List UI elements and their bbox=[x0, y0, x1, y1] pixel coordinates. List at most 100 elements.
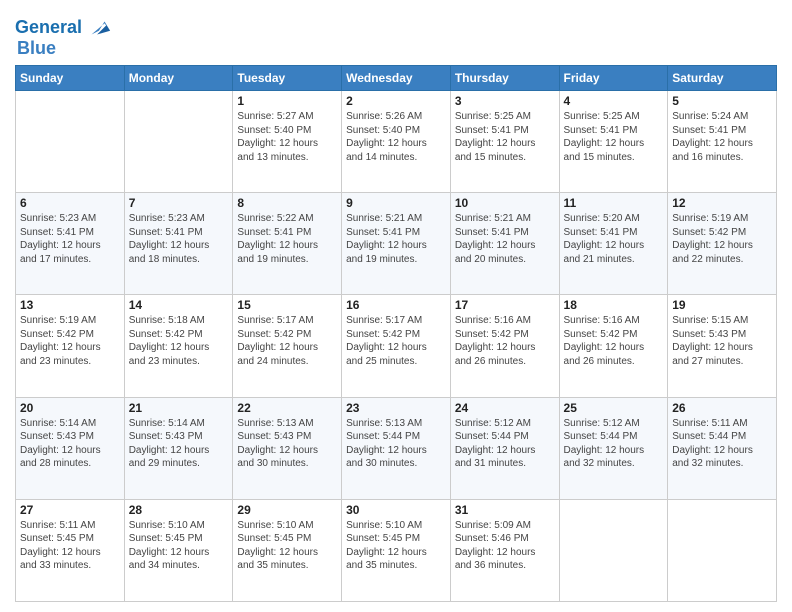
day-of-week-header: Friday bbox=[559, 66, 668, 91]
calendar-cell: 17 Sunrise: 5:16 AM Sunset: 5:42 PM Dayli… bbox=[450, 295, 559, 397]
day-info: Sunrise: 5:27 AM Sunset: 5:40 PM Dayligh… bbox=[237, 110, 337, 164]
day-number: 25 bbox=[564, 401, 664, 415]
calendar-cell: 29 Sunrise: 5:10 AM Sunset: 5:45 PM Dayli… bbox=[233, 499, 342, 601]
day-number: 5 bbox=[672, 94, 772, 108]
calendar-week-row: 27 Sunrise: 5:11 AM Sunset: 5:45 PM Dayli… bbox=[16, 499, 777, 601]
day-info: Sunrise: 5:12 AM Sunset: 5:44 PM Dayligh… bbox=[564, 417, 664, 471]
day-number: 15 bbox=[237, 298, 337, 312]
day-number: 19 bbox=[672, 298, 772, 312]
calendar-cell: 15 Sunrise: 5:17 AM Sunset: 5:42 PM Dayli… bbox=[233, 295, 342, 397]
calendar-cell bbox=[124, 91, 233, 193]
calendar-cell: 20 Sunrise: 5:14 AM Sunset: 5:43 PM Dayli… bbox=[16, 397, 125, 499]
calendar-cell: 2 Sunrise: 5:26 AM Sunset: 5:40 PM Daylig… bbox=[342, 91, 451, 193]
day-info: Sunrise: 5:26 AM Sunset: 5:40 PM Dayligh… bbox=[346, 110, 446, 164]
day-number: 29 bbox=[237, 503, 337, 517]
header: General Blue bbox=[15, 10, 777, 59]
day-number: 3 bbox=[455, 94, 555, 108]
day-info: Sunrise: 5:16 AM Sunset: 5:42 PM Dayligh… bbox=[455, 314, 555, 368]
day-info: Sunrise: 5:14 AM Sunset: 5:43 PM Dayligh… bbox=[129, 417, 229, 471]
day-number: 12 bbox=[672, 196, 772, 210]
calendar-cell: 28Sunrise: 5:10 AM Sunset: 5:45 PM Dayli… bbox=[124, 499, 233, 601]
calendar-cell: 6Sunrise: 5:23 AM Sunset: 5:41 PM Daylig… bbox=[16, 193, 125, 295]
day-info: Sunrise: 5:20 AM Sunset: 5:41 PM Dayligh… bbox=[564, 212, 664, 266]
day-info: Sunrise: 5:10 AM Sunset: 5:45 PM Dayligh… bbox=[237, 519, 337, 573]
calendar-week-row: 20 Sunrise: 5:14 AM Sunset: 5:43 PM Dayli… bbox=[16, 397, 777, 499]
day-of-week-header: Tuesday bbox=[233, 66, 342, 91]
day-info: Sunrise: 5:19 AM Sunset: 5:42 PM Dayligh… bbox=[672, 212, 772, 266]
calendar-cell: 14 Sunrise: 5:18 AM Sunset: 5:42 PM Dayli… bbox=[124, 295, 233, 397]
calendar-cell: 24Sunrise: 5:12 AM Sunset: 5:44 PM Dayli… bbox=[450, 397, 559, 499]
calendar-cell: 7 Sunrise: 5:23 AM Sunset: 5:41 PM Daylig… bbox=[124, 193, 233, 295]
day-number: 8 bbox=[237, 196, 337, 210]
day-number: 16 bbox=[346, 298, 446, 312]
calendar-cell: 16 Sunrise: 5:17 AM Sunset: 5:42 PM Dayli… bbox=[342, 295, 451, 397]
page: General Blue SundayMondayTuesdayWednesda… bbox=[0, 0, 792, 612]
calendar-cell: 1 Sunrise: 5:27 AM Sunset: 5:40 PM Daylig… bbox=[233, 91, 342, 193]
day-of-week-header: Sunday bbox=[16, 66, 125, 91]
calendar-week-row: 13Sunrise: 5:19 AM Sunset: 5:42 PM Dayli… bbox=[16, 295, 777, 397]
day-number: 26 bbox=[672, 401, 772, 415]
calendar-cell: 4 Sunrise: 5:25 AM Sunset: 5:41 PM Daylig… bbox=[559, 91, 668, 193]
calendar-cell: 30 Sunrise: 5:10 AM Sunset: 5:45 PM Dayli… bbox=[342, 499, 451, 601]
calendar-cell bbox=[668, 499, 777, 601]
day-info: Sunrise: 5:18 AM Sunset: 5:42 PM Dayligh… bbox=[129, 314, 229, 368]
day-number: 7 bbox=[129, 196, 229, 210]
day-info: Sunrise: 5:24 AM Sunset: 5:41 PM Dayligh… bbox=[672, 110, 772, 164]
day-info: Sunrise: 5:09 AM Sunset: 5:46 PM Dayligh… bbox=[455, 519, 555, 573]
calendar-week-row: 6Sunrise: 5:23 AM Sunset: 5:41 PM Daylig… bbox=[16, 193, 777, 295]
calendar-cell: 25 Sunrise: 5:12 AM Sunset: 5:44 PM Dayli… bbox=[559, 397, 668, 499]
calendar-week-row: 1 Sunrise: 5:27 AM Sunset: 5:40 PM Daylig… bbox=[16, 91, 777, 193]
calendar-cell: 22 Sunrise: 5:13 AM Sunset: 5:43 PM Dayli… bbox=[233, 397, 342, 499]
day-number: 1 bbox=[237, 94, 337, 108]
day-info: Sunrise: 5:17 AM Sunset: 5:42 PM Dayligh… bbox=[346, 314, 446, 368]
day-info: Sunrise: 5:10 AM Sunset: 5:45 PM Dayligh… bbox=[346, 519, 446, 573]
calendar-cell: 19 Sunrise: 5:15 AM Sunset: 5:43 PM Dayli… bbox=[668, 295, 777, 397]
day-number: 30 bbox=[346, 503, 446, 517]
day-info: Sunrise: 5:23 AM Sunset: 5:41 PM Dayligh… bbox=[129, 212, 229, 266]
calendar-cell: 18Sunrise: 5:16 AM Sunset: 5:42 PM Dayli… bbox=[559, 295, 668, 397]
day-info: Sunrise: 5:13 AM Sunset: 5:43 PM Dayligh… bbox=[237, 417, 337, 471]
calendar-cell: 5 Sunrise: 5:24 AM Sunset: 5:41 PM Daylig… bbox=[668, 91, 777, 193]
day-info: Sunrise: 5:25 AM Sunset: 5:41 PM Dayligh… bbox=[564, 110, 664, 164]
calendar-cell: 12 Sunrise: 5:19 AM Sunset: 5:42 PM Dayli… bbox=[668, 193, 777, 295]
day-info: Sunrise: 5:17 AM Sunset: 5:42 PM Dayligh… bbox=[237, 314, 337, 368]
day-of-week-header: Thursday bbox=[450, 66, 559, 91]
day-info: Sunrise: 5:16 AM Sunset: 5:42 PM Dayligh… bbox=[564, 314, 664, 368]
day-number: 21 bbox=[129, 401, 229, 415]
day-number: 31 bbox=[455, 503, 555, 517]
day-number: 14 bbox=[129, 298, 229, 312]
day-number: 10 bbox=[455, 196, 555, 210]
logo: General Blue bbox=[15, 14, 112, 59]
logo-text: General bbox=[15, 18, 82, 38]
day-info: Sunrise: 5:21 AM Sunset: 5:41 PM Dayligh… bbox=[346, 212, 446, 266]
calendar-cell bbox=[559, 499, 668, 601]
day-number: 9 bbox=[346, 196, 446, 210]
day-number: 2 bbox=[346, 94, 446, 108]
calendar-cell: 3 Sunrise: 5:25 AM Sunset: 5:41 PM Daylig… bbox=[450, 91, 559, 193]
day-number: 17 bbox=[455, 298, 555, 312]
calendar-cell: 10Sunrise: 5:21 AM Sunset: 5:41 PM Dayli… bbox=[450, 193, 559, 295]
day-info: Sunrise: 5:15 AM Sunset: 5:43 PM Dayligh… bbox=[672, 314, 772, 368]
day-info: Sunrise: 5:14 AM Sunset: 5:43 PM Dayligh… bbox=[20, 417, 120, 471]
day-number: 28 bbox=[129, 503, 229, 517]
day-number: 23 bbox=[346, 401, 446, 415]
calendar-cell: 27 Sunrise: 5:11 AM Sunset: 5:45 PM Dayli… bbox=[16, 499, 125, 601]
day-number: 4 bbox=[564, 94, 664, 108]
calendar-cell: 31 Sunrise: 5:09 AM Sunset: 5:46 PM Dayli… bbox=[450, 499, 559, 601]
day-info: Sunrise: 5:12 AM Sunset: 5:44 PM Dayligh… bbox=[455, 417, 555, 471]
calendar-cell: 11Sunrise: 5:20 AM Sunset: 5:41 PM Dayli… bbox=[559, 193, 668, 295]
day-info: Sunrise: 5:23 AM Sunset: 5:41 PM Dayligh… bbox=[20, 212, 120, 266]
day-info: Sunrise: 5:11 AM Sunset: 5:45 PM Dayligh… bbox=[20, 519, 120, 573]
calendar-cell: 8Sunrise: 5:22 AM Sunset: 5:41 PM Daylig… bbox=[233, 193, 342, 295]
day-info: Sunrise: 5:25 AM Sunset: 5:41 PM Dayligh… bbox=[455, 110, 555, 164]
calendar-table: SundayMondayTuesdayWednesdayThursdayFrid… bbox=[15, 65, 777, 602]
logo-icon bbox=[84, 14, 112, 42]
day-number: 27 bbox=[20, 503, 120, 517]
calendar-cell bbox=[16, 91, 125, 193]
day-of-week-header: Wednesday bbox=[342, 66, 451, 91]
day-number: 22 bbox=[237, 401, 337, 415]
calendar-header-row: SundayMondayTuesdayWednesdayThursdayFrid… bbox=[16, 66, 777, 91]
day-number: 20 bbox=[20, 401, 120, 415]
day-info: Sunrise: 5:11 AM Sunset: 5:44 PM Dayligh… bbox=[672, 417, 772, 471]
calendar-cell: 23Sunrise: 5:13 AM Sunset: 5:44 PM Dayli… bbox=[342, 397, 451, 499]
